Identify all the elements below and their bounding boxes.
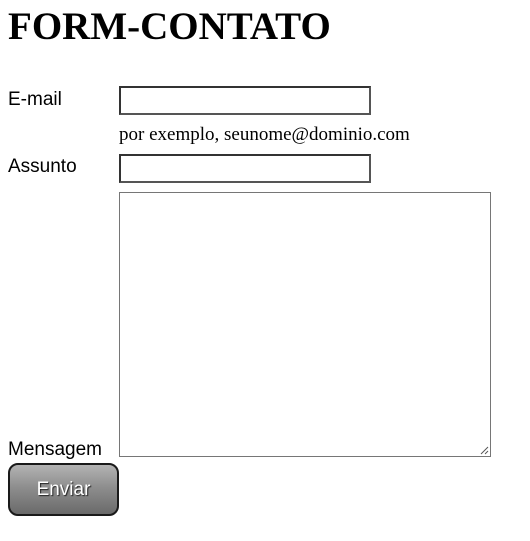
page-title: FORM-CONTATO bbox=[8, 5, 331, 48]
message-label: Mensagem bbox=[8, 439, 102, 460]
submit-button[interactable]: Enviar bbox=[8, 463, 119, 516]
subject-field[interactable] bbox=[119, 154, 371, 183]
email-label: E-mail bbox=[8, 89, 62, 110]
resize-grip-icon[interactable] bbox=[479, 445, 489, 455]
email-field[interactable] bbox=[119, 86, 371, 115]
subject-label: Assunto bbox=[8, 156, 77, 177]
message-textarea[interactable] bbox=[119, 192, 491, 457]
email-hint: por exemplo, seunome@dominio.com bbox=[119, 124, 410, 145]
